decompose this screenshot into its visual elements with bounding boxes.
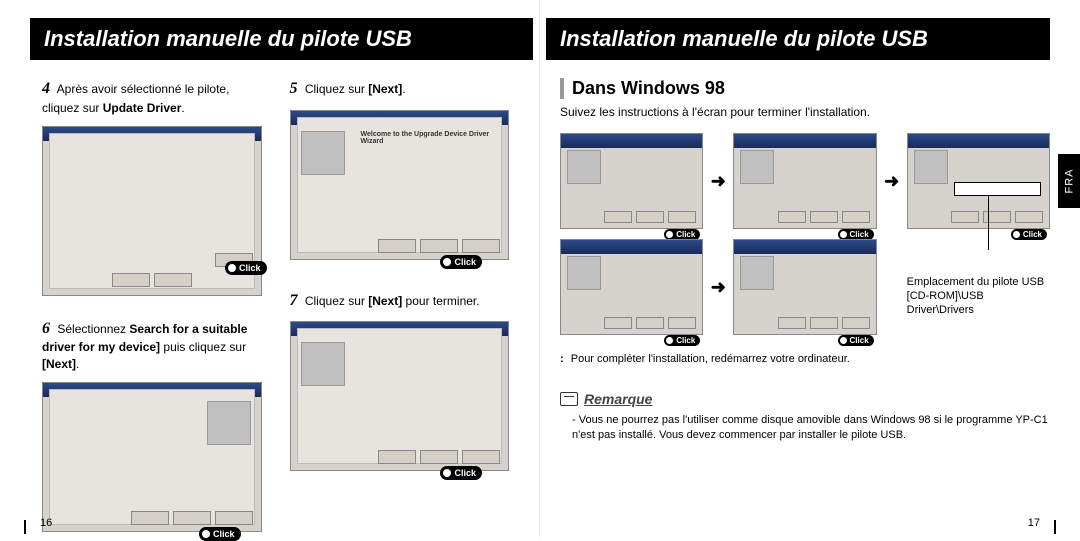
click-badge-7: Click: [440, 466, 482, 480]
step-6-number: 6: [42, 320, 50, 337]
remark-title: Remarque: [584, 391, 652, 407]
section-dans-windows-98: Dans Windows 98: [560, 78, 1050, 99]
step-5-text-b: .: [402, 82, 405, 96]
step-4-number: 4: [42, 80, 50, 97]
step-6: 6 Sélectionnez Search for a suitable dri…: [42, 318, 262, 372]
arrow-icon: ➜: [709, 277, 727, 298]
screenshot-step-5: Welcome to the Upgrade Device Driver Wiz…: [290, 110, 510, 260]
step-7-text-b: pour terminer.: [402, 294, 479, 308]
step-7: 7 Cliquez sur [Next] pour terminer.: [290, 290, 510, 312]
win98-shot-4: Click: [560, 239, 703, 335]
screenshot-step-7: Click: [290, 321, 510, 471]
wizard-heading-5: Welcome to the Upgrade Device Driver Wiz…: [361, 131, 501, 145]
screenshot-step-6: Click: [42, 382, 262, 532]
click-badge-4: Click: [225, 261, 267, 275]
right-content: Dans Windows 98 Suivez les instructions …: [540, 72, 1080, 444]
driver-location-path: [CD-ROM]\USB Driver\Drivers: [907, 289, 1050, 318]
page-left: Installation manuelle du pilote USB 4 Ap…: [0, 0, 540, 539]
step-5-number: 5: [290, 80, 298, 97]
step-6-text-a: Sélectionnez: [57, 322, 129, 336]
page-right: Installation manuelle du pilote USB Dans…: [540, 0, 1080, 539]
step-7-text-a: Cliquez sur: [305, 294, 368, 308]
section-lead: Suivez les instructions à l'écran pour t…: [560, 105, 1050, 119]
click-badge-w5: Click: [838, 335, 874, 346]
step-6-bold-b: [Next]: [42, 357, 76, 371]
step-7-bold: [Next]: [368, 294, 402, 308]
click-badge-w3: Click: [1011, 229, 1047, 240]
step-4-text-b: .: [181, 101, 184, 115]
step-5-text-a: Cliquez sur: [305, 82, 368, 96]
arrow-icon: ➜: [709, 171, 727, 192]
step-6-text-b: puis cliquez sur: [160, 340, 246, 354]
driver-location-note: Emplacement du pilote USB [CD-ROM]\USB D…: [907, 275, 1050, 318]
win98-shot-1: Click: [560, 133, 703, 229]
left-col-2: 5 Cliquez sur [Next]. Welcome to the Upg…: [290, 78, 510, 532]
step-7-number: 7: [290, 292, 298, 309]
driver-location-label: Emplacement du pilote USB: [907, 275, 1050, 289]
restart-note: Pour compléter l'installation, redémarre…: [560, 353, 1050, 365]
screenshot-step-4: Click: [42, 126, 262, 296]
click-badge-w4: Click: [664, 335, 700, 346]
click-badge-5: Click: [440, 255, 482, 269]
page-number-left: 16: [40, 517, 52, 529]
win98-steps-grid: Click ➜ Click ➜ Click: [560, 133, 1050, 335]
left-col-1: 4 Après avoir sélectionné le pilote, cli…: [42, 78, 262, 532]
page-title-right: Installation manuelle du pilote USB: [546, 18, 1050, 60]
win98-shot-2: Click: [733, 133, 876, 229]
step-5: 5 Cliquez sur [Next].: [290, 78, 510, 100]
remark-body: - Vous ne pourrez pas l'utiliser comme d…: [560, 413, 1050, 444]
win98-shot-3: Click: [907, 133, 1050, 229]
left-content: 4 Après avoir sélectionné le pilote, cli…: [0, 72, 539, 532]
step-5-bold: [Next]: [368, 82, 402, 96]
win98-shot-5: Click: [733, 239, 876, 335]
language-tab: FRA: [1058, 154, 1080, 208]
page-number-right: 17: [1028, 517, 1040, 529]
step-4: 4 Après avoir sélectionné le pilote, cli…: [42, 78, 262, 116]
page-title-left: Installation manuelle du pilote USB: [30, 18, 533, 60]
remark-header: Remarque: [560, 391, 1050, 407]
arrow-icon: ➜: [883, 171, 901, 192]
step-4-bold: Update Driver: [103, 101, 182, 115]
note-icon: [560, 392, 578, 406]
